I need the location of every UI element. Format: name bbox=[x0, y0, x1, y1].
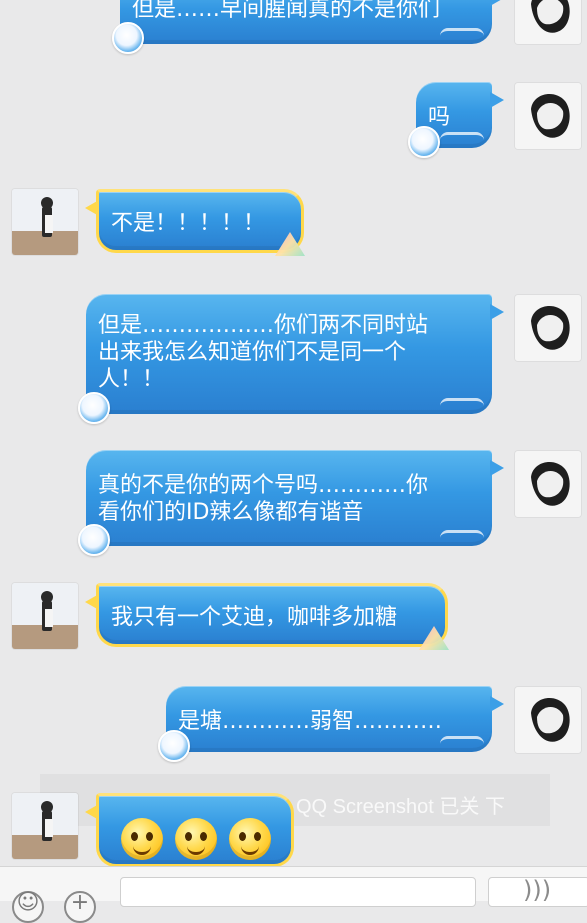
input-bar: ☺ + ))) bbox=[0, 866, 587, 923]
bubble-corner-decoration bbox=[275, 232, 305, 256]
smile-face-icon bbox=[229, 818, 271, 860]
wave-decoration bbox=[440, 736, 484, 753]
chat-bubble[interactable]: 不是！！！！！ bbox=[85, 189, 305, 256]
other-avatar[interactable] bbox=[12, 583, 78, 649]
wave-decoration bbox=[440, 132, 484, 149]
plus-icon: + bbox=[70, 890, 90, 915]
message-input[interactable] bbox=[120, 877, 476, 907]
avatar-person-icon bbox=[12, 189, 78, 255]
bubble-badge-icon bbox=[78, 392, 110, 424]
avatar-person-icon bbox=[12, 793, 78, 859]
wave-decoration bbox=[440, 28, 484, 45]
voice-button[interactable]: ))) bbox=[488, 876, 587, 907]
bubble-badge-icon bbox=[112, 22, 144, 54]
chat-bubble[interactable]: 是塘…………弱智………… bbox=[158, 686, 504, 762]
self-avatar[interactable] bbox=[515, 83, 581, 149]
chat-bubble[interactable]: 吗 bbox=[408, 82, 504, 158]
avatar-portrait-icon bbox=[515, 83, 581, 149]
avatar-portrait-icon bbox=[515, 0, 581, 44]
chat-bubble[interactable]: 我只有一个艾迪，咖啡多加糖 bbox=[85, 583, 449, 650]
bubble-badge-icon bbox=[408, 126, 440, 158]
self-avatar[interactable] bbox=[515, 295, 581, 361]
chat-text: 真的不是你的两个号吗…………你 看你们的ID辣么像都有谐音 bbox=[98, 473, 429, 525]
self-avatar[interactable] bbox=[515, 0, 581, 44]
emoji-button[interactable]: ☺ bbox=[12, 890, 44, 923]
chat-bubble[interactable]: 但是……早间腥闻真的不是你们 bbox=[112, 0, 504, 54]
bubble-corner-decoration bbox=[419, 626, 449, 650]
self-avatar[interactable] bbox=[515, 451, 581, 517]
avatar-portrait-icon bbox=[515, 451, 581, 517]
plus-button[interactable]: + bbox=[64, 890, 96, 923]
bubble-badge-icon bbox=[78, 524, 110, 556]
other-avatar[interactable] bbox=[12, 189, 78, 255]
chat-text: 不是！！！！！ bbox=[111, 211, 266, 236]
smile-face-icon bbox=[121, 818, 163, 860]
chat-bubble[interactable] bbox=[85, 793, 294, 867]
other-avatar[interactable] bbox=[12, 793, 78, 859]
avatar-person-icon bbox=[12, 583, 78, 649]
chat-text: 我只有一个艾迪，咖啡多加糖 bbox=[111, 605, 398, 630]
avatar-portrait-icon bbox=[515, 295, 581, 361]
wave-decoration bbox=[440, 530, 484, 547]
watermark-text: QQ Screenshot 已关 下 bbox=[296, 796, 505, 818]
chat-bubble[interactable]: 真的不是你的两个号吗…………你 看你们的ID辣么像都有谐音 bbox=[78, 450, 504, 556]
chat-bubble[interactable]: 但是………………你们两不同时站 出来我怎么知道你们不是同一个 人！！ bbox=[78, 294, 504, 424]
emoji-icon: ☺ bbox=[16, 890, 40, 915]
chat-text: 是塘…………弱智………… bbox=[178, 709, 443, 734]
smile-face-icon bbox=[175, 818, 217, 860]
wave-decoration bbox=[440, 398, 484, 415]
avatar-portrait-icon bbox=[515, 687, 581, 753]
chat-text: 但是………………你们两不同时站 出来我怎么知道你们不是同一个 人！！ bbox=[98, 313, 429, 392]
bubble-badge-icon bbox=[158, 730, 190, 762]
self-avatar[interactable] bbox=[515, 687, 581, 753]
chat-text: 但是……早间腥闻真的不是你们 bbox=[132, 0, 441, 22]
